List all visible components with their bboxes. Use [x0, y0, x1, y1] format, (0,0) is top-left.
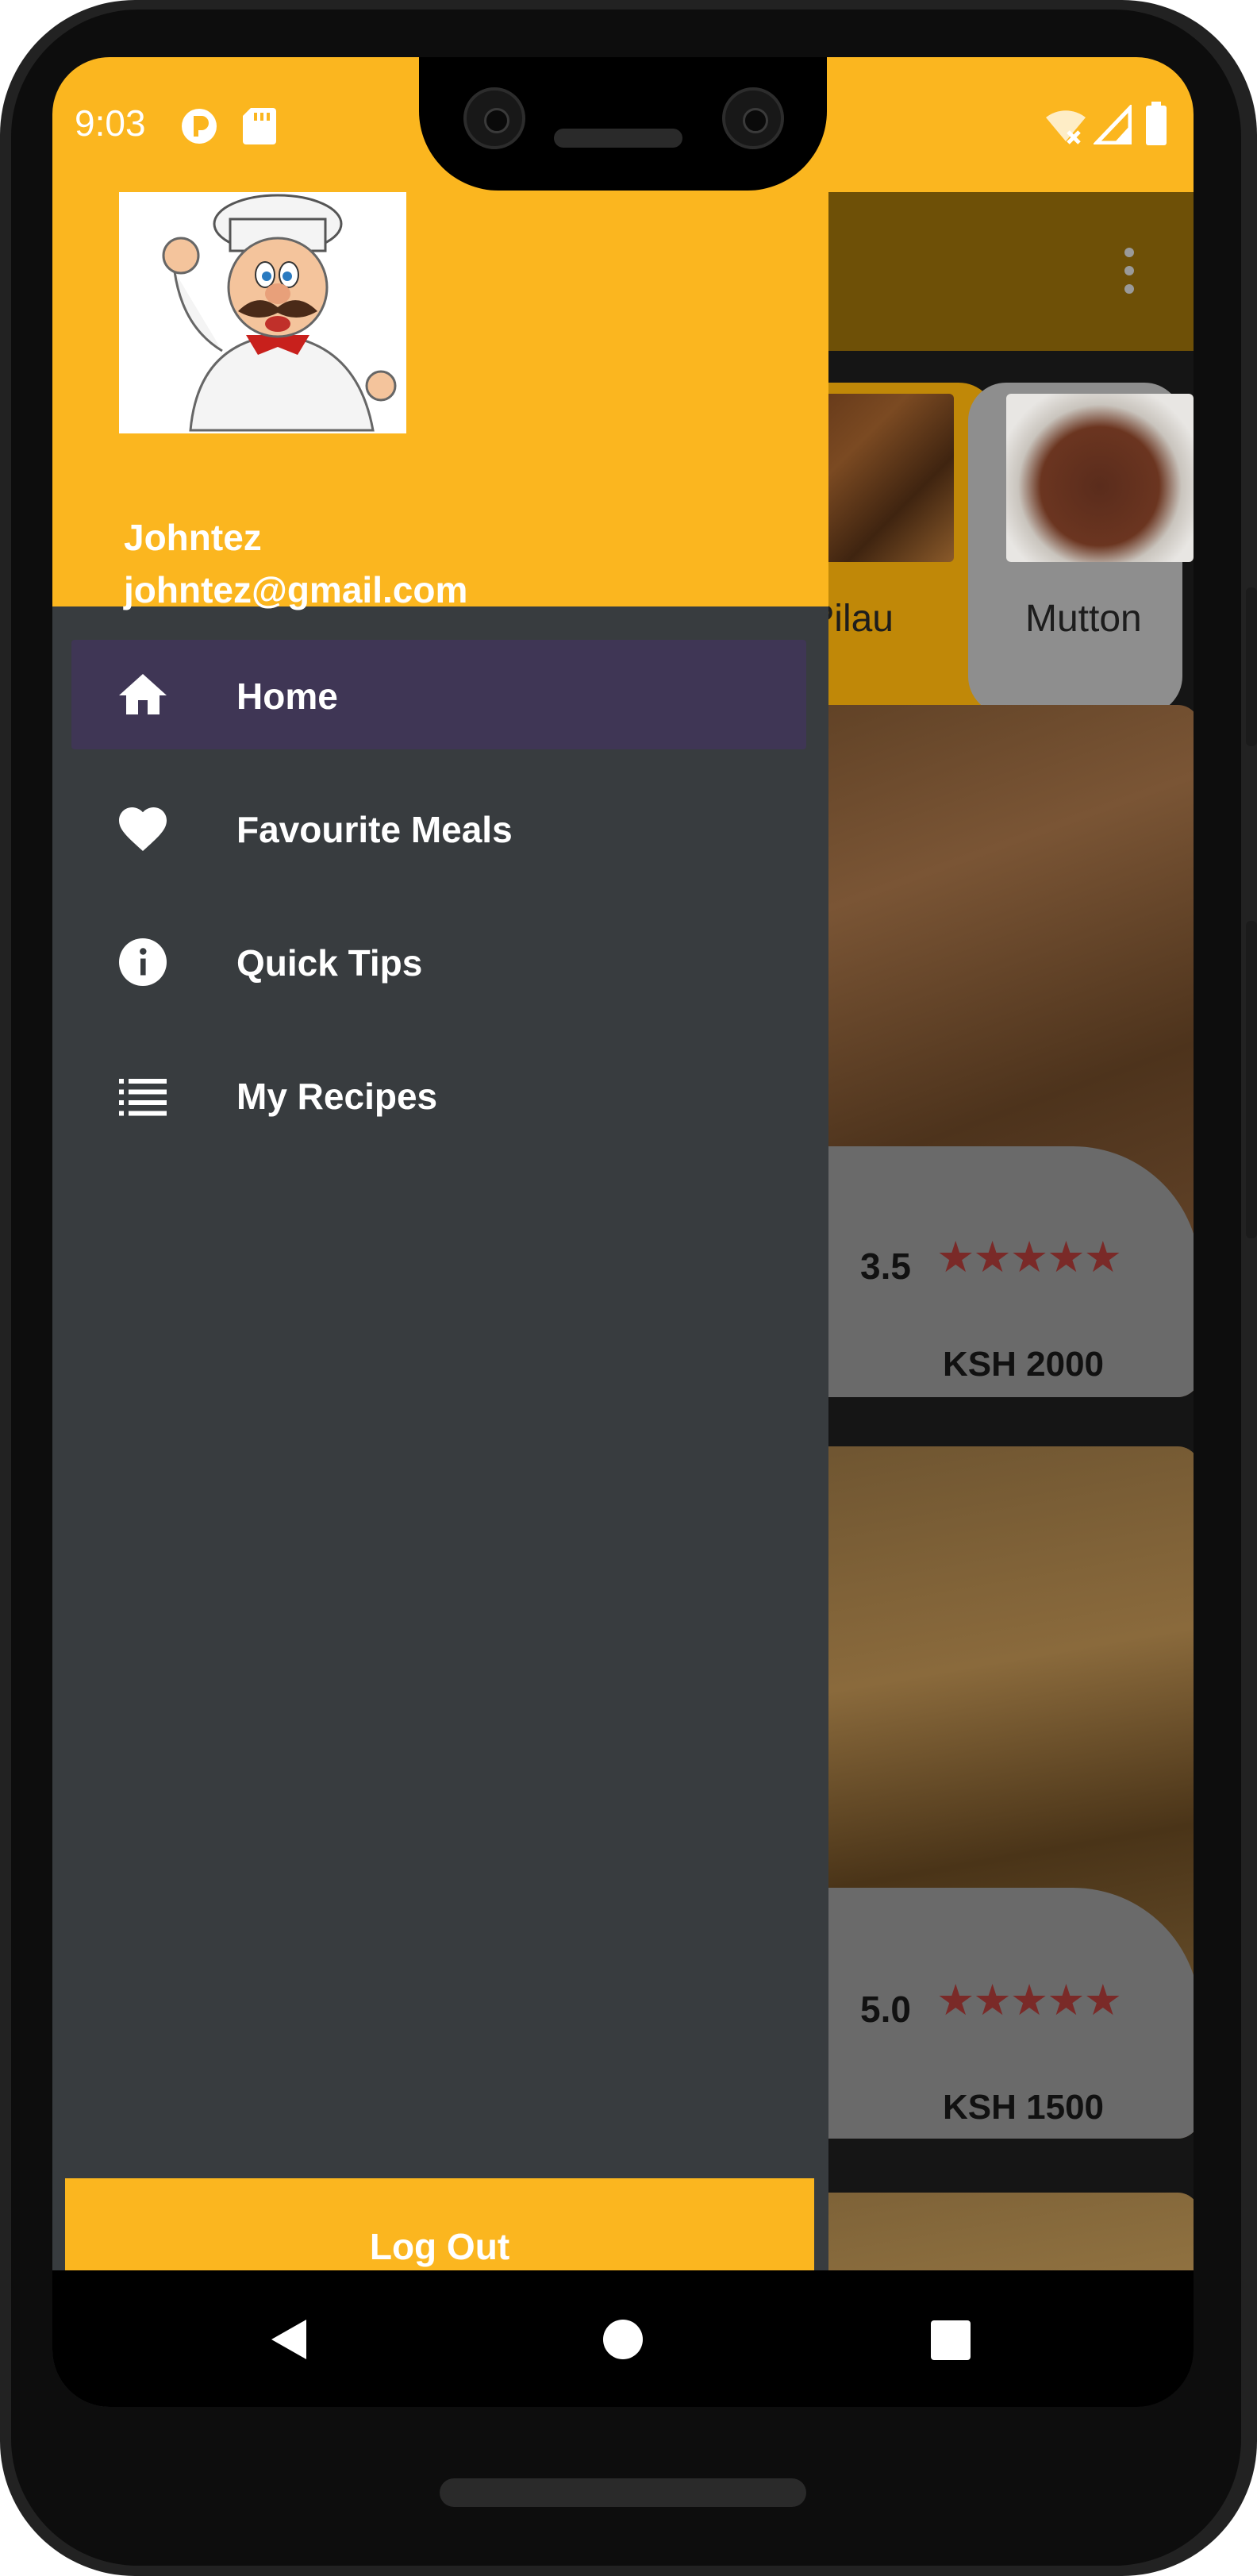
volume-button — [1246, 921, 1257, 1238]
app-notification-icon — [182, 109, 217, 144]
screen: 9:03 Pilau Mutton 3.5 ★★★★★ KSH 2000 5.0… — [52, 57, 1194, 2407]
drawer-item-label: My Recipes — [236, 1076, 438, 1117]
status-bar: 9:03 — [52, 57, 1194, 192]
rating-stars-icon: ★★★★★ — [936, 1234, 1122, 1281]
battery-icon — [1146, 102, 1167, 145]
drawer-item-home[interactable]: Home — [71, 640, 806, 749]
chef-avatar — [119, 192, 406, 433]
front-camera-right — [722, 87, 784, 149]
earpiece — [554, 129, 682, 148]
drawer-item-label: Favourite Meals — [236, 809, 513, 850]
phone-frame: 9:03 Pilau Mutton 3.5 ★★★★★ KSH 2000 5.0… — [0, 0, 1257, 2576]
category-label-mutton: Mutton — [1025, 598, 1142, 640]
back-icon[interactable] — [267, 2316, 311, 2362]
drawer-item-favourite-meals[interactable]: Favourite Meals — [71, 773, 806, 883]
category-image-mutton — [1006, 394, 1194, 562]
user-email: johntez@gmail.com — [124, 569, 468, 610]
drawer-item-my-recipes[interactable]: My Recipes — [71, 1040, 806, 1149]
signal-icon — [1094, 105, 1132, 144]
system-navigation-bar — [52, 2270, 1194, 2407]
list-icon — [119, 1079, 167, 1116]
drawer-header: Johntez johntez@gmail.com — [52, 192, 828, 610]
meal-price: KSH 2000 — [943, 1345, 1105, 1384]
sd-card-icon — [243, 108, 276, 144]
meal-rating: 3.5 — [860, 1246, 911, 1287]
meal-price: KSH 1500 — [943, 2088, 1105, 2127]
heart-icon — [119, 807, 167, 852]
logout-label: Log Out — [369, 2226, 510, 2267]
more-options-icon[interactable] — [1122, 248, 1136, 303]
meal-rating: 5.0 — [860, 1989, 911, 2030]
drawer-item-label: Quick Tips — [236, 942, 423, 984]
status-time: 9:03 — [75, 102, 146, 144]
drawer-item-label: Home — [236, 676, 338, 717]
camera-notch — [419, 57, 827, 191]
home-icon — [119, 674, 167, 714]
front-camera-left — [463, 87, 525, 149]
recents-icon[interactable] — [930, 2320, 971, 2361]
rating-stars-icon: ★★★★★ — [936, 1977, 1122, 2024]
drawer-item-quick-tips[interactable]: Quick Tips — [71, 907, 806, 1016]
power-button — [1246, 587, 1257, 746]
user-name: Johntez — [124, 517, 262, 558]
home-circle-icon[interactable] — [602, 2318, 644, 2361]
navigation-drawer: Johntez johntez@gmail.com Home Favourite… — [52, 192, 828, 2407]
wifi-off-icon — [1046, 110, 1086, 144]
info-icon — [119, 938, 167, 986]
speaker-grill — [440, 2478, 806, 2507]
